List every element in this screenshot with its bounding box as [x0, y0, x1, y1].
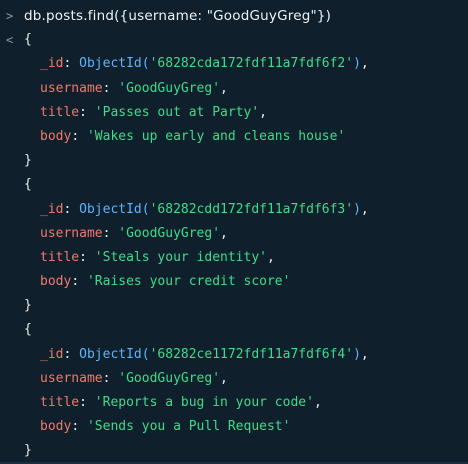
field-key: body	[40, 128, 72, 144]
field-value: Wakes up early and cleans house	[94, 128, 338, 144]
doc-close-line: }	[0, 149, 468, 173]
doc-open-line: {	[0, 318, 468, 342]
field-value: 68282ce1172fdf11a7fdf6f4	[157, 346, 346, 362]
field-value: Reports a bug in your code	[102, 395, 307, 410]
doc-field-username: username: 'GoodGuyGreg',	[40, 80, 228, 96]
field-key: _id	[40, 346, 64, 362]
close-brace: }	[24, 443, 32, 459]
field-value: Steals your identity	[102, 249, 260, 265]
field-key: title	[40, 395, 80, 410]
field-key: _id	[40, 201, 64, 217]
open-brace: {	[24, 177, 32, 193]
objectid-fn: ObjectId	[79, 346, 142, 362]
mongo-shell-console: > db.posts.find({username: "GoodGuyGreg"…	[0, 0, 468, 464]
field-key: body	[40, 419, 72, 435]
doc-field-title: title: 'Passes out at Party',	[40, 104, 267, 120]
doc-close-line: }	[0, 294, 468, 318]
close-brace: }	[24, 153, 32, 169]
field-key: title	[40, 249, 80, 265]
field-key: _id	[40, 56, 64, 72]
field-value: Passes out at Party	[102, 104, 252, 120]
doc-field-title: title: 'Reports a bug in your code',	[40, 395, 322, 410]
doc-field-body: body: 'Raises your credit score'	[40, 274, 291, 290]
doc-field-username: username: 'GoodGuyGreg',	[40, 225, 228, 241]
command-line: > db.posts.find({username: "GoodGuyGreg"…	[0, 4, 468, 28]
doc-field-id: _id: ObjectId('68282ce1172fdf11a7fdf6f4'…	[40, 346, 369, 362]
doc-close-line: }	[0, 439, 468, 463]
prompt-chevron-icon: >	[6, 9, 14, 23]
field-value: 68282cda172fdf11a7fdf6f2	[157, 56, 346, 72]
output-marker-icon: <	[6, 33, 14, 48]
doc-field-title: title: 'Steals your identity',	[40, 249, 275, 265]
doc-field-body: body: 'Wakes up early and cleans house'	[40, 128, 346, 144]
open-brace: {	[24, 322, 32, 338]
doc-field-body: body: 'Sends you a Pull Request'	[40, 419, 291, 435]
field-value: GoodGuyGreg	[126, 225, 213, 241]
doc-field-username: username: 'GoodGuyGreg',	[40, 370, 228, 386]
objectid-fn: ObjectId	[79, 201, 142, 217]
doc-field-id: _id: ObjectId('68282cda172fdf11a7fdf6f2'…	[40, 56, 369, 72]
close-brace: }	[24, 298, 32, 314]
field-value: Sends you a Pull Request	[94, 419, 283, 435]
open-brace: {	[24, 32, 32, 48]
field-key: username	[40, 225, 103, 241]
field-key: body	[40, 274, 72, 290]
field-value: 68282cdd172fdf11a7fdf6f3	[157, 201, 346, 217]
doc-open-line: {	[0, 173, 468, 197]
field-value: Raises your credit score	[94, 274, 283, 290]
command-text[interactable]: db.posts.find({username: "GoodGuyGreg"})	[24, 4, 331, 28]
field-key: username	[40, 370, 103, 386]
field-key: title	[40, 104, 80, 120]
field-key: username	[40, 80, 103, 96]
field-value: GoodGuyGreg	[126, 80, 213, 96]
field-value: GoodGuyGreg	[126, 370, 213, 386]
doc-field-id: _id: ObjectId('68282cdd172fdf11a7fdf6f3'…	[40, 201, 369, 217]
doc-open-line: < {	[0, 28, 468, 52]
objectid-fn: ObjectId	[79, 56, 142, 72]
